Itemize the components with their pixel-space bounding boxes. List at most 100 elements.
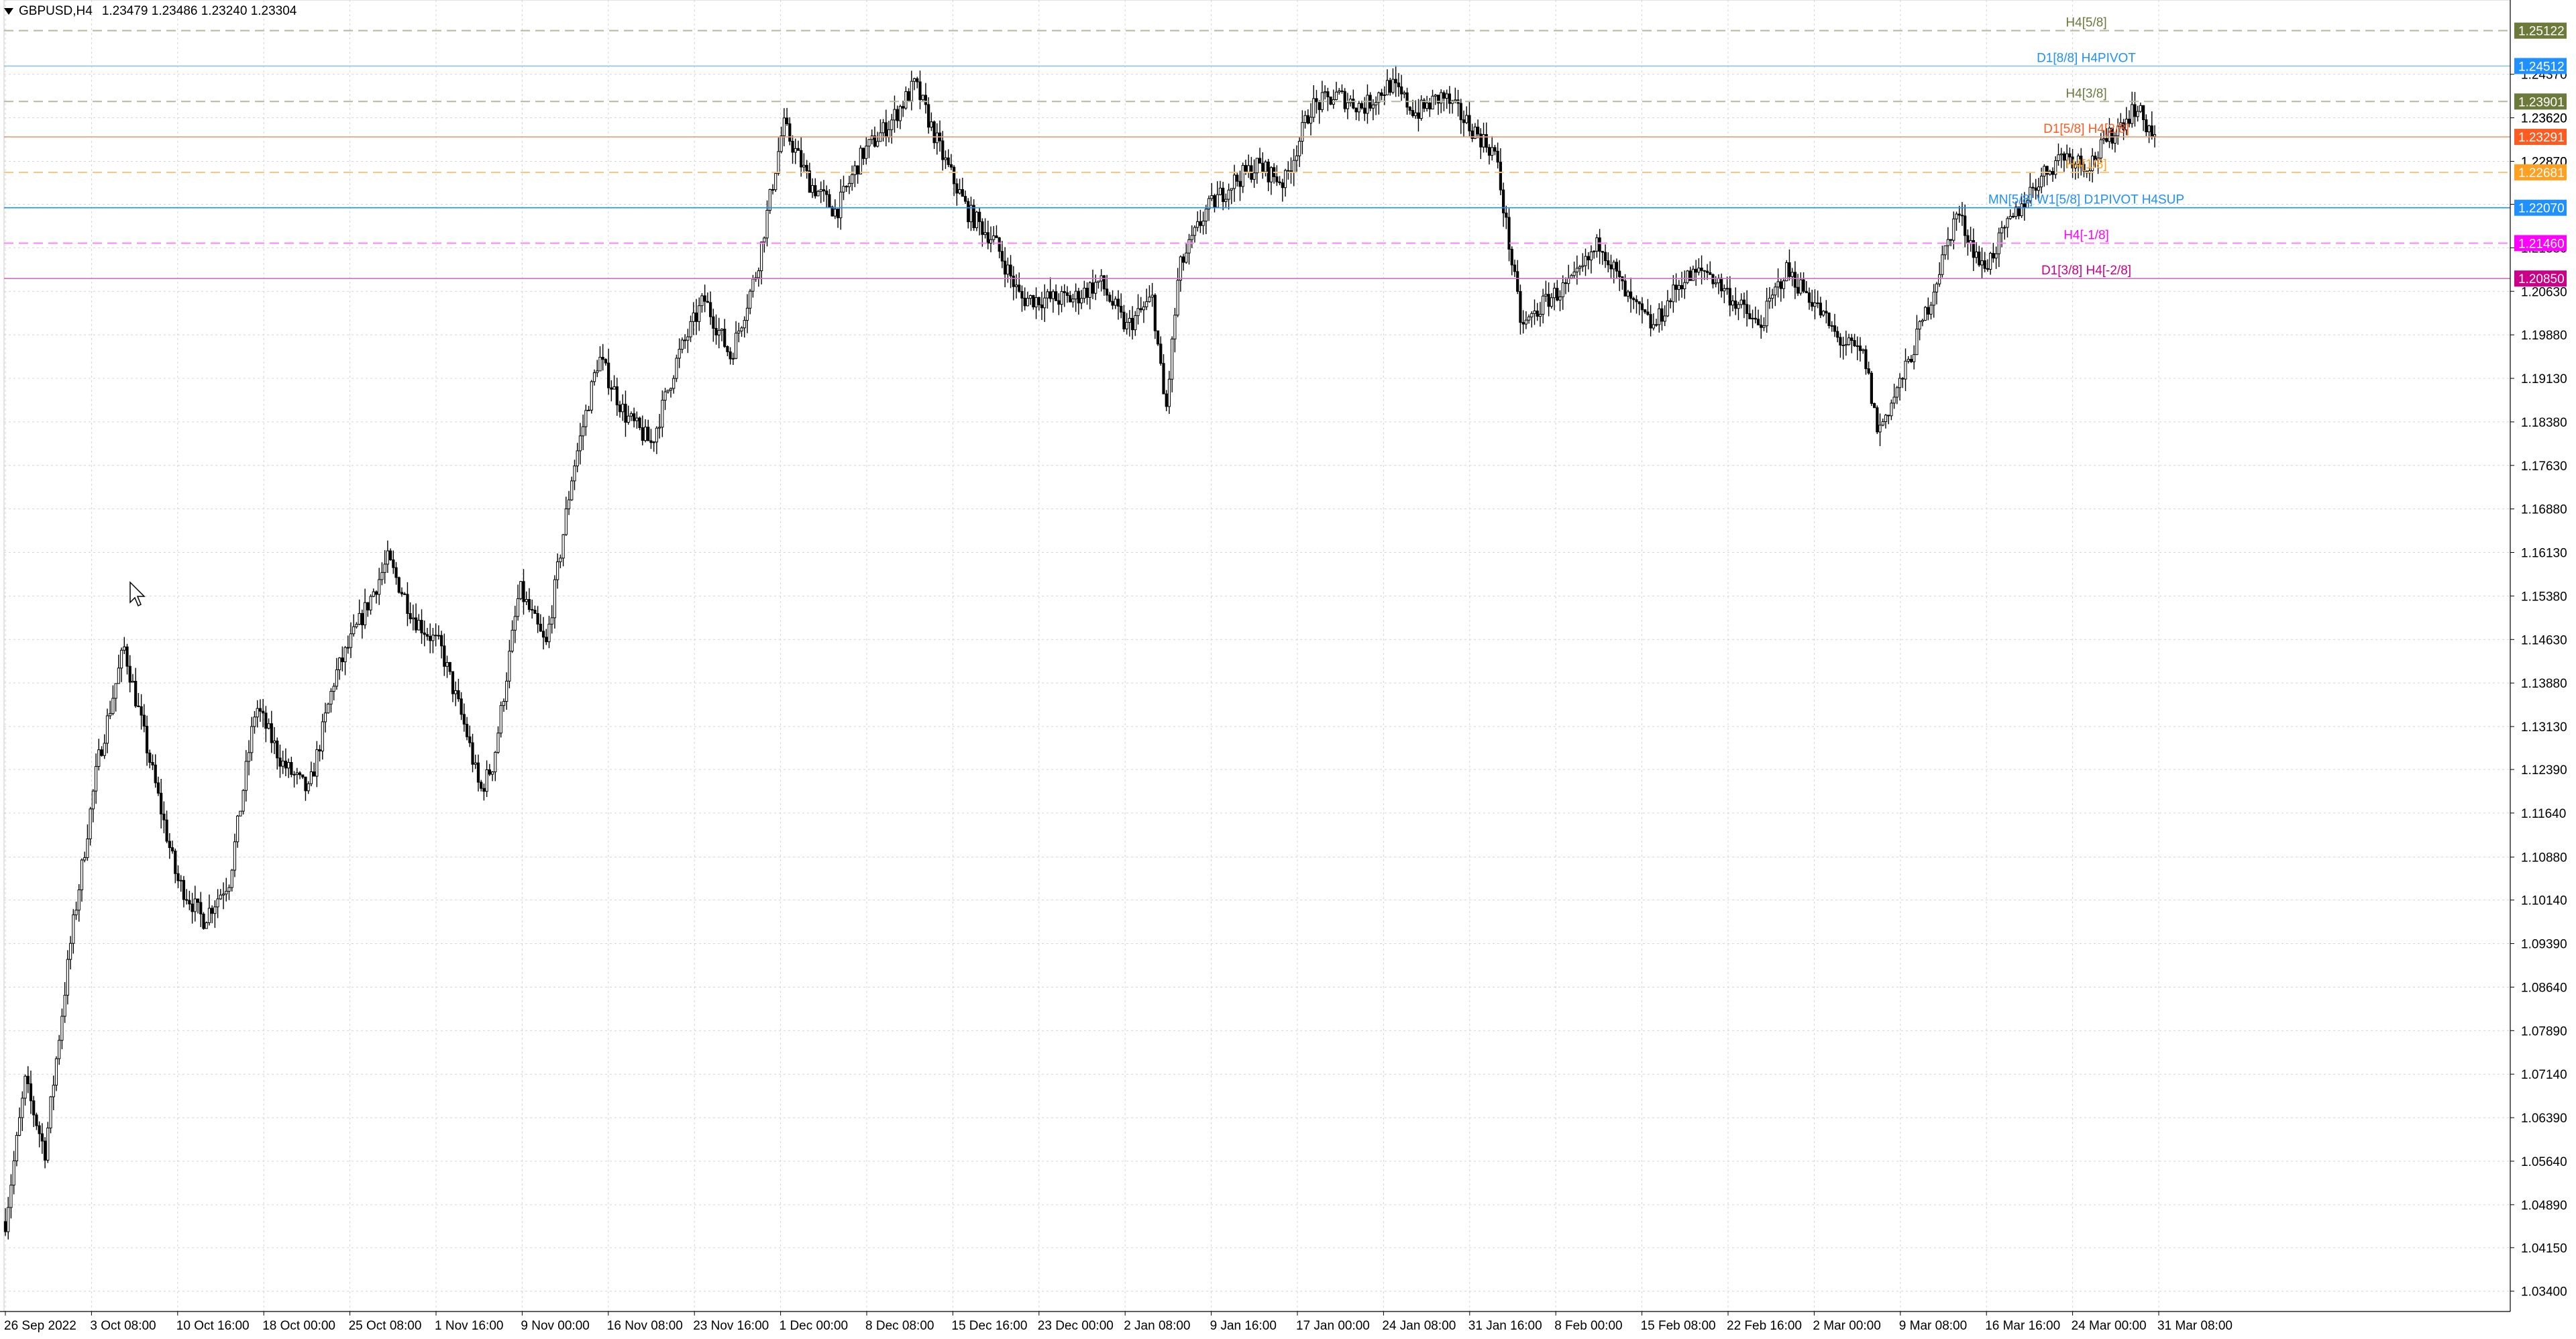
candle-body — [1309, 117, 1313, 124]
candle-body — [527, 599, 531, 610]
candle-body — [516, 598, 520, 617]
badge-text: 1.23291 — [2518, 131, 2565, 145]
candle-body — [828, 194, 831, 208]
candle-body — [1771, 294, 1774, 299]
candle-body — [1918, 321, 1921, 329]
candle-body — [2003, 227, 2006, 229]
candle-body — [2011, 215, 2015, 217]
candle-body — [1354, 107, 1358, 113]
chart-window[interactable]: H4[5/8] D1[8/8] H4PIVOT H4[3/8] D1[5/8] H4[… — [0, 0, 2576, 1339]
candle — [1156, 330, 1160, 346]
candle-body — [675, 358, 678, 379]
price-tick-label: 1.07890 — [2521, 1024, 2567, 1038]
candle-body — [989, 239, 993, 244]
time-tick-label: 31 Mar 08:00 — [2157, 1319, 2233, 1333]
candle-body — [771, 189, 775, 191]
candle-body — [1870, 372, 1873, 404]
candle-body — [774, 172, 777, 191]
candle-body — [457, 690, 460, 700]
candle-body — [1298, 141, 1301, 156]
candle-body — [567, 499, 571, 510]
candle-body — [1595, 237, 1599, 252]
candle-body — [205, 922, 208, 929]
candle-body — [1014, 284, 1018, 287]
time-tick-label: 16 Nov 08:00 — [607, 1319, 683, 1333]
candle-body — [258, 708, 262, 712]
candle-body — [1666, 300, 1670, 317]
candle-body — [1527, 316, 1531, 321]
candle-body — [1459, 103, 1462, 121]
candle-body — [1796, 286, 1800, 294]
candle-body — [930, 121, 933, 128]
candle-body — [307, 783, 310, 792]
candle-body — [1564, 282, 1568, 284]
candle-body — [202, 914, 205, 929]
badge-text: 1.22681 — [2518, 166, 2565, 180]
candle-body — [140, 706, 143, 716]
level-label: H4[1/8] — [2065, 158, 2106, 172]
candle-body — [1338, 90, 1341, 93]
candle-body — [145, 726, 149, 753]
candle-body — [480, 782, 483, 789]
candle-body — [1663, 315, 1666, 322]
candle-body — [1827, 313, 1831, 326]
candle-body — [1632, 298, 1635, 301]
candle-body — [411, 617, 415, 620]
candle-body — [211, 908, 214, 914]
candle-body — [1145, 301, 1148, 307]
candle-body — [1040, 304, 1044, 309]
candle-body — [1901, 378, 1904, 380]
candle-body — [58, 1040, 61, 1059]
candle-body — [1626, 291, 1629, 297]
candle-body — [1799, 279, 1803, 294]
candle-body — [1989, 253, 1992, 270]
candle-body — [1128, 317, 1131, 323]
candle-body — [1530, 313, 1534, 317]
candle-body — [800, 150, 803, 168]
price-tick-label: 1.05640 — [2521, 1155, 2567, 1169]
candle-body — [1156, 330, 1160, 345]
candle-body — [165, 819, 168, 842]
candle — [49, 1095, 52, 1134]
time-axis: 26 Sep 2022 3 Oct 08:00 10 Oct 16:00 18 Oct… — [0, 1311, 2510, 1333]
candle-body — [1363, 107, 1366, 114]
candle-body — [496, 733, 500, 753]
candle-body — [694, 312, 698, 322]
candle-body — [2037, 186, 2041, 191]
candle-body — [1519, 290, 1522, 323]
candle-body — [1343, 91, 1346, 109]
candle-body — [485, 769, 488, 792]
candle-body — [1179, 256, 1182, 281]
candle-body — [123, 646, 126, 651]
candle-body — [1756, 319, 1760, 325]
candle-body — [1768, 298, 1771, 302]
candle-body — [981, 221, 984, 235]
candle-body — [1106, 288, 1109, 296]
time-tick-label: 31 Jan 16:00 — [1468, 1319, 1542, 1333]
price-chart[interactable]: H4[5/8] D1[8/8] H4PIVOT H4[3/8] D1[5/8] H4[… — [0, 0, 2576, 1339]
candle-body — [1352, 99, 1355, 109]
candle-body — [519, 581, 523, 599]
candle-body — [1125, 321, 1128, 329]
candle-body — [1941, 254, 1944, 275]
candle-body — [295, 772, 299, 775]
candle-body — [26, 1075, 30, 1085]
candle-body — [867, 139, 871, 147]
candle-body — [1793, 272, 1796, 288]
candle-body — [536, 613, 539, 625]
candle-body — [423, 632, 426, 635]
candle-body — [1295, 155, 1299, 161]
candle-body — [995, 235, 998, 238]
candle-body — [1292, 160, 1295, 173]
candle-body — [559, 557, 562, 562]
dropdown-triangle-icon[interactable] — [4, 8, 13, 15]
candle-body — [759, 242, 763, 272]
candle-body — [1932, 291, 1935, 306]
candle-body — [1454, 99, 1457, 101]
candle-body — [684, 339, 687, 341]
candle — [1329, 96, 1332, 105]
candle-body — [321, 721, 324, 752]
candle-body — [893, 109, 896, 121]
candle-body — [612, 386, 616, 390]
candle-body — [1060, 290, 1063, 305]
